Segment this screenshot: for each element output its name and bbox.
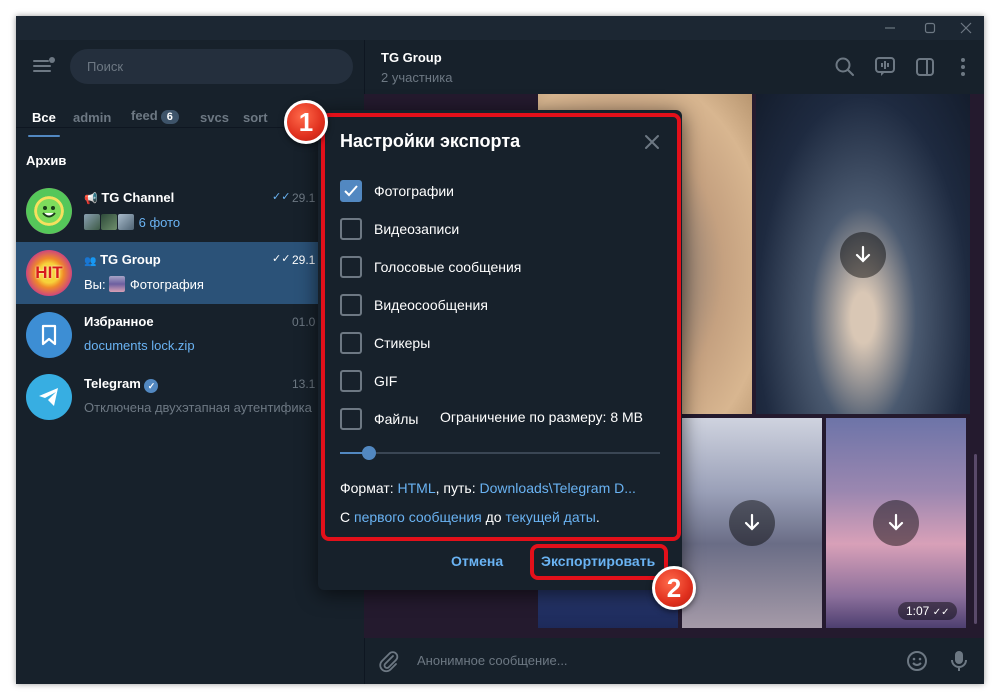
archive-label: Архив (26, 153, 67, 168)
chat-time: 13.1 (292, 377, 316, 391)
chat-time: 29.1 (292, 253, 316, 267)
tab-label: sort (243, 110, 268, 125)
chat-time: 01.0 (292, 315, 316, 329)
avatar (26, 188, 72, 234)
emoji-button[interactable] (905, 649, 929, 678)
photo-thumb (109, 276, 126, 292)
preview-text: Фотография (129, 277, 204, 292)
photo-thumb (84, 214, 100, 230)
chat-item-saved[interactable]: Избранное 01.0 documents lock.zip (16, 304, 318, 366)
tab-sort[interactable]: sort (243, 110, 268, 136)
photo-message[interactable] (682, 418, 822, 628)
step-marker-1: 1 (284, 100, 328, 144)
chat-title: TG Channel (101, 190, 175, 205)
chat-header-title: TG Group (381, 50, 442, 65)
message-input[interactable]: Анонимное сообщение... (417, 653, 568, 668)
more-vertical-icon (961, 58, 965, 76)
chat-header[interactable]: TG Group 2 участника (364, 40, 984, 94)
chat-title-row: Telegram ✓ (84, 376, 159, 393)
paperclip-icon (379, 651, 399, 673)
voice-chat-icon (875, 57, 895, 76)
group-icon: 👥 (84, 256, 97, 267)
scrollbar[interactable] (974, 454, 977, 624)
chat-preview: documents lock.zip (84, 338, 195, 353)
avatar-logo: HIT (35, 263, 63, 282)
chat-title-row: 👥 TG Group (84, 252, 161, 267)
tab-label: feed (131, 108, 158, 123)
title-bar (16, 16, 984, 40)
smiley-icon (37, 199, 61, 223)
chat-title: Telegram (84, 376, 141, 391)
read-check-icon: ✓✓ (272, 191, 291, 203)
message-input-bar: Анонимное сообщение... (364, 638, 984, 684)
duration-text: 1:07 (906, 604, 930, 618)
download-button[interactable] (729, 500, 775, 546)
tab-svcs[interactable]: svcs (200, 110, 229, 136)
hamburger-menu-icon (33, 57, 55, 72)
main-menu-button[interactable] (32, 54, 56, 78)
voice-record-button[interactable] (947, 649, 971, 678)
read-check-icon: ✓✓ (272, 253, 291, 265)
download-button[interactable] (873, 500, 919, 546)
highlight-settings (321, 113, 681, 541)
avatar (26, 312, 72, 358)
tab-label: admin (73, 110, 112, 125)
unread-badge: 6 (160, 110, 179, 124)
chat-item-telegram[interactable]: Telegram ✓ 13.1 Отключена двухэтапная ау… (16, 366, 318, 428)
download-button[interactable] (840, 232, 886, 278)
step-marker-2: 2 (652, 566, 696, 610)
minimize-icon (885, 27, 895, 29)
chat-preview: 6 фото (84, 214, 318, 230)
chat-preview: Вы: Фотография (84, 276, 318, 292)
tab-label: svcs (200, 110, 229, 125)
bookmark-icon (41, 324, 57, 346)
read-check-icon: ✓✓ (932, 607, 950, 618)
photo-message[interactable]: 1:07 ✓✓ (826, 418, 966, 628)
tab-all[interactable]: Все (28, 110, 60, 137)
photo-thumb (101, 214, 117, 230)
highlight-export-button (530, 544, 668, 580)
preview-text: 6 фото (138, 215, 181, 230)
more-options-button[interactable] (951, 55, 975, 79)
voice-chat-button[interactable] (873, 55, 897, 79)
chat-header-subtitle: 2 участника (381, 70, 453, 85)
minimize-button[interactable] (874, 16, 906, 40)
smile-icon (907, 651, 927, 671)
chat-title: TG Group (100, 252, 161, 267)
chat-time: 29.1 (292, 191, 316, 205)
preview-prefix: Вы: (84, 277, 106, 292)
tab-admin[interactable]: admin (73, 110, 111, 136)
download-arrow-icon (888, 513, 904, 531)
photo-thumb (118, 214, 134, 230)
maximize-button[interactable] (914, 16, 946, 40)
chat-preview: Отключена двухэтапная аутентифика (84, 400, 312, 415)
close-window-button[interactable] (950, 16, 982, 40)
sidebar-panel-icon (916, 58, 934, 76)
maximize-icon (924, 22, 936, 34)
chat-item-tg-group[interactable]: HIT 👥 TG Group ✓✓ 29.1 Вы: Фотография (16, 242, 318, 304)
search-placeholder: Поиск (87, 59, 124, 74)
telegram-plane-icon (39, 388, 58, 406)
video-duration-badge: 1:07 ✓✓ (898, 602, 958, 620)
search-icon (835, 57, 854, 76)
tab-feed[interactable]: feed 6 (131, 108, 179, 134)
verified-icon: ✓ (144, 379, 159, 393)
chat-title-row: 📢 TG Channel (84, 190, 174, 205)
sidebar-toggle-button[interactable] (913, 55, 937, 79)
chat-item-tg-channel[interactable]: 📢 TG Channel ✓✓ 29.1 6 фото (16, 180, 318, 242)
avatar: HIT (26, 250, 72, 296)
megaphone-icon: 📢 (84, 193, 98, 205)
chat-title: Избранное (84, 314, 154, 329)
attach-button[interactable] (377, 649, 401, 678)
tab-label: Все (32, 110, 56, 125)
close-icon (960, 22, 972, 34)
cancel-button[interactable]: Отмена (451, 553, 503, 569)
search-input[interactable]: Поиск (70, 49, 353, 84)
download-arrow-icon (744, 513, 760, 531)
photo-message[interactable] (756, 94, 970, 414)
search-button[interactable] (833, 55, 857, 79)
download-arrow-icon (855, 245, 871, 263)
microphone-icon (951, 651, 967, 671)
avatar (26, 374, 72, 420)
